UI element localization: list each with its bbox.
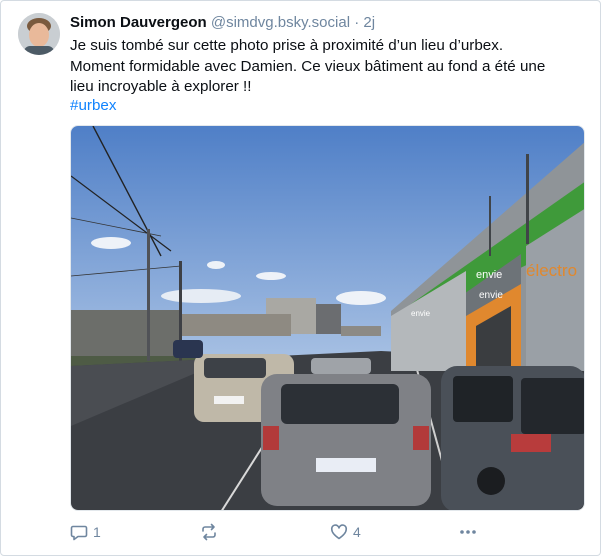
like-count: 4	[353, 524, 361, 540]
heart-icon	[330, 523, 348, 541]
sign-envie: envie	[476, 269, 502, 281]
sign-electro: électro	[526, 261, 577, 280]
post-age[interactable]: 2j	[363, 14, 375, 31]
post-header: Simon Dauvergeon @simdvg.bsky.social · 2…	[70, 13, 375, 33]
handle[interactable]: @simdvg.bsky.social	[211, 14, 350, 31]
post-text-line: lieu incroyable à explorer !!	[70, 78, 252, 95]
reply-icon	[70, 523, 88, 541]
separator: ·	[354, 14, 360, 31]
post-text-line: Moment formidable avec Damien. Ce vieux …	[70, 57, 546, 75]
post-text-line: Je suis tombé sur cette photo prise à pr…	[70, 37, 504, 54]
post-photo[interactable]: électro envie envie envie	[70, 125, 585, 511]
sign-envie: envie	[411, 309, 431, 318]
reply-count: 1	[93, 524, 101, 540]
sign-envie: envie	[479, 290, 503, 301]
avatar[interactable]	[18, 13, 60, 55]
more-options-button[interactable]	[458, 521, 478, 543]
post-text: Je suis tombé sur cette photo prise à pr…	[70, 36, 580, 98]
display-name[interactable]: Simon Dauvergeon	[70, 14, 207, 31]
post-actions: 1 4	[70, 521, 585, 543]
repost-button[interactable]	[200, 521, 223, 543]
repost-icon	[200, 523, 218, 541]
reply-button[interactable]: 1	[70, 521, 101, 543]
ellipsis-icon	[458, 523, 478, 541]
like-button[interactable]: 4	[330, 521, 361, 543]
hashtag-link[interactable]: #urbex	[70, 96, 116, 116]
